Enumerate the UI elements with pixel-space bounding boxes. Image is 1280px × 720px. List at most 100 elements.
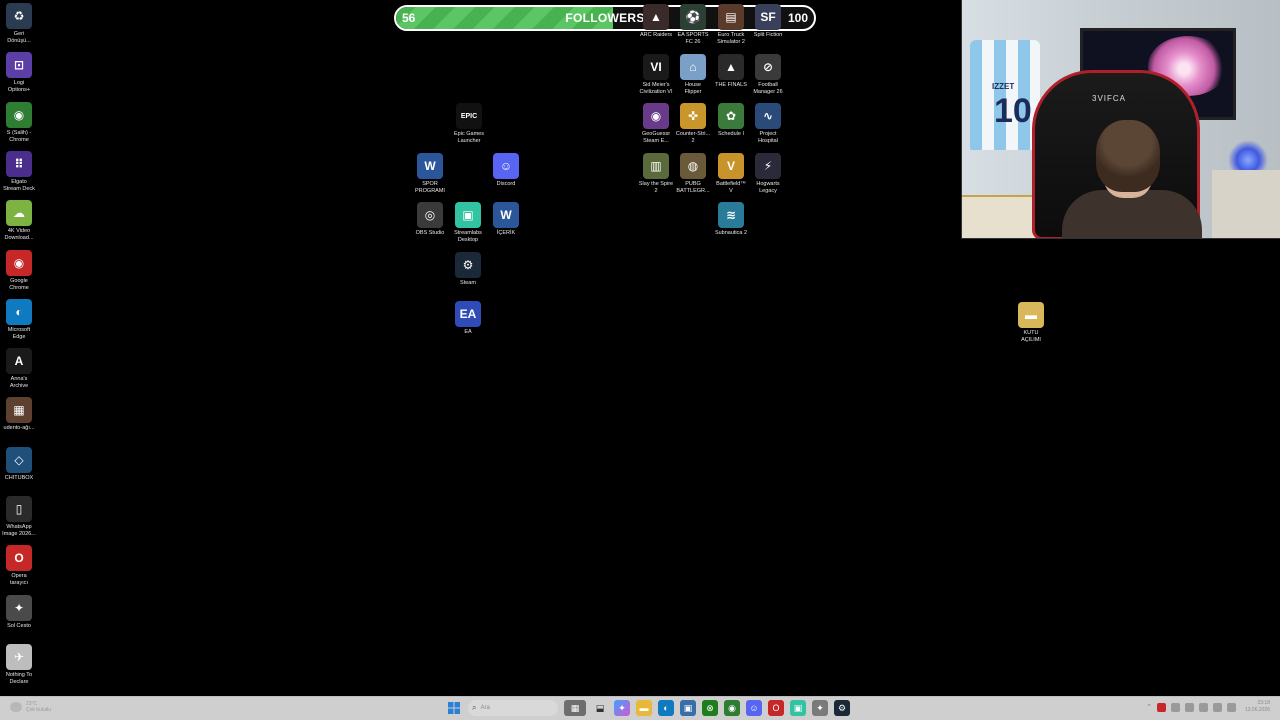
streamlabs-taskbar-icon[interactable]: ▣ bbox=[790, 700, 806, 716]
discord-icon: ☺ bbox=[493, 153, 519, 179]
desktop-icon[interactable]: ☁ 4K Video Download... bbox=[0, 200, 41, 242]
weather-description: Çok bulutlu bbox=[26, 707, 52, 713]
chevron-up-icon[interactable]: ⌃ bbox=[1146, 703, 1152, 711]
desktop-icon[interactable]: ▦ udento-ağı... bbox=[0, 397, 41, 432]
desktop-icon-label: CHITUBOX bbox=[4, 474, 34, 481]
opera-taskbar-icon[interactable]: O bbox=[768, 700, 784, 716]
image-file-icon: ▯ bbox=[6, 496, 32, 522]
game-icon: V bbox=[718, 152, 744, 179]
desktop-icon[interactable]: W İÇERİK bbox=[484, 202, 528, 237]
edge-taskbar-icon[interactable]: ◐ bbox=[658, 700, 674, 716]
tray-app-icon[interactable] bbox=[1170, 702, 1180, 712]
game-icon: ✈ bbox=[6, 643, 32, 670]
desktop-icon-label: WhatsApp Image 2026... bbox=[2, 524, 36, 537]
game-icon: ∿ bbox=[755, 103, 781, 129]
desktop-icon-label: Opera tarayıcı bbox=[9, 573, 29, 587]
app-taskbar-icon[interactable]: ✦ bbox=[812, 700, 828, 716]
desktop-icon[interactable]: ◉ S (Salih) - Chrome bbox=[0, 101, 41, 144]
widgets-button[interactable]: ▦ bbox=[564, 700, 586, 716]
desktop-icon-label: Hogwarts Legacy bbox=[756, 180, 780, 194]
folder-icon: ▬ bbox=[1018, 302, 1044, 328]
desktop-icon[interactable]: ◐ Microsoft Edge bbox=[0, 298, 41, 341]
desktop-icon[interactable]: ⚡ Hogwarts Legacy bbox=[746, 152, 790, 195]
game-icon: ▲ bbox=[643, 4, 669, 30]
desktop-icon[interactable]: ≋ Subnautica 2 bbox=[709, 202, 753, 237]
desktop-icon-label: Nothing To Declare bbox=[5, 671, 33, 685]
network-icon[interactable] bbox=[1212, 702, 1222, 712]
xbox-icon[interactable]: ⊗ bbox=[702, 700, 718, 716]
desktop-icon[interactable]: ✈ Nothing To Declare bbox=[0, 643, 41, 686]
game-icon: ◍ bbox=[680, 152, 706, 179]
recycle-bin-icon: ♻ bbox=[6, 3, 32, 29]
desktop-icon-label: Sol Cesto bbox=[7, 622, 31, 629]
game-icon: ▲ bbox=[718, 53, 744, 80]
desktop-icon-label: Anna's Archive bbox=[9, 376, 29, 390]
clock-date: 13.06.2026 bbox=[1244, 707, 1270, 713]
tray-app-icon[interactable] bbox=[1184, 702, 1194, 712]
streamlabs-icon: ▣ bbox=[455, 202, 481, 228]
desktop-icon-label: Elgato Stream Deck bbox=[3, 178, 35, 192]
chitubox-icon: ◇ bbox=[6, 446, 32, 473]
clock-time: 23:18 bbox=[1257, 700, 1270, 706]
windows-icon bbox=[448, 702, 460, 714]
taskbar-search[interactable]: ⌕ Ara bbox=[468, 700, 558, 716]
chrome-icon: ◉ bbox=[6, 249, 32, 276]
task-view-button[interactable]: ⬓ bbox=[592, 700, 608, 716]
store-icon[interactable]: ▣ bbox=[680, 700, 696, 716]
desktop-icon[interactable]: ☺ Discord bbox=[484, 153, 528, 188]
game-icon: ⚡ bbox=[755, 152, 781, 179]
game-icon: SF bbox=[755, 4, 781, 30]
desktop-icon[interactable]: O Opera tarayıcı bbox=[0, 545, 41, 587]
desktop-icon-label: Google Chrome bbox=[9, 277, 29, 291]
game-icon: ▤ bbox=[718, 4, 744, 30]
start-button[interactable] bbox=[446, 700, 462, 716]
desktop-icon-label: Football Manager 26 bbox=[753, 81, 783, 95]
webcam-person-hair bbox=[1096, 120, 1160, 192]
desktop-icon-label: SPOR PROGRAMI bbox=[415, 181, 445, 194]
taskbar-weather[interactable]: 23°C Çok bulutlu bbox=[10, 701, 51, 713]
volume-icon[interactable] bbox=[1226, 702, 1236, 712]
tray-app-icon[interactable] bbox=[1156, 702, 1166, 712]
webcam-desk bbox=[1212, 170, 1280, 238]
edge-icon: ◐ bbox=[6, 298, 32, 325]
desktop-icon-label: EA bbox=[464, 329, 472, 335]
desktop-icon[interactable]: ⚙ Steam bbox=[446, 252, 490, 287]
desktop-icon[interactable]: SF Split Fiction bbox=[746, 4, 790, 39]
game-icon: ✿ bbox=[718, 103, 744, 129]
steam-taskbar-icon[interactable]: ⚙ bbox=[834, 700, 850, 716]
obs-icon: ◎ bbox=[417, 202, 443, 228]
desktop-icon[interactable]: EPIC Epic Games Launcher bbox=[447, 103, 491, 145]
webcam-overlay: 10 IZZET 3VIFCA bbox=[961, 0, 1280, 239]
4k-downloader-icon: ☁ bbox=[6, 200, 32, 227]
desktop-icon-label: S (Salih) - Chrome bbox=[6, 129, 32, 143]
desktop-icon[interactable]: A Anna's Archive bbox=[0, 348, 41, 390]
desktop-icon[interactable]: ⠿ Elgato Stream Deck bbox=[0, 150, 41, 193]
desktop-icon[interactable]: ◉ Google Chrome bbox=[0, 249, 41, 292]
webcam-jersey-name: IZZET bbox=[992, 82, 1015, 91]
ea-icon: EA bbox=[455, 301, 481, 327]
desktop-icon[interactable]: ∿ Project Hospital bbox=[746, 103, 790, 145]
game-icon: ⌂ bbox=[680, 53, 706, 80]
file-explorer-icon[interactable]: ▬ bbox=[636, 700, 652, 716]
search-placeholder: Ara bbox=[480, 705, 490, 711]
chrome-taskbar-icon[interactable]: ◉ bbox=[724, 700, 740, 716]
desktop-icon[interactable]: ▯ WhatsApp Image 2026... bbox=[0, 496, 41, 538]
desktop-icon[interactable]: ✦ Sol Cesto bbox=[0, 594, 41, 630]
desktop-icon[interactable]: ♻ Geri Dönüşü... bbox=[0, 3, 41, 45]
desktop-icon[interactable]: ▬ KUTU AÇILIMI bbox=[1009, 302, 1053, 344]
desktop-icon-label: Project Hospital bbox=[758, 131, 778, 144]
clock[interactable]: 23:18 13.06.2026 bbox=[1245, 700, 1270, 714]
discord-taskbar-icon[interactable]: ☺ bbox=[746, 700, 762, 716]
desktop-icon-label: Split Fiction bbox=[753, 32, 783, 38]
epic-games-icon: EPIC bbox=[456, 103, 482, 129]
desktop-icon[interactable]: ⊘ Football Manager 26 bbox=[746, 53, 790, 96]
desktop-icon[interactable]: W SPOR PROGRAMI bbox=[408, 153, 452, 195]
copilot-icon[interactable]: ✦ bbox=[614, 700, 630, 716]
game-icon: ≋ bbox=[718, 202, 744, 228]
desktop-icon[interactable]: ⊡ Logi Options+ bbox=[0, 52, 41, 94]
desktop-icon[interactable]: ◇ CHITUBOX bbox=[0, 446, 41, 482]
microphone-icon[interactable] bbox=[1198, 702, 1208, 712]
webcam-jersey-number: 10 bbox=[994, 92, 1032, 130]
word-document-icon: W bbox=[493, 202, 519, 228]
desktop-icon[interactable]: EA EA bbox=[446, 301, 490, 336]
